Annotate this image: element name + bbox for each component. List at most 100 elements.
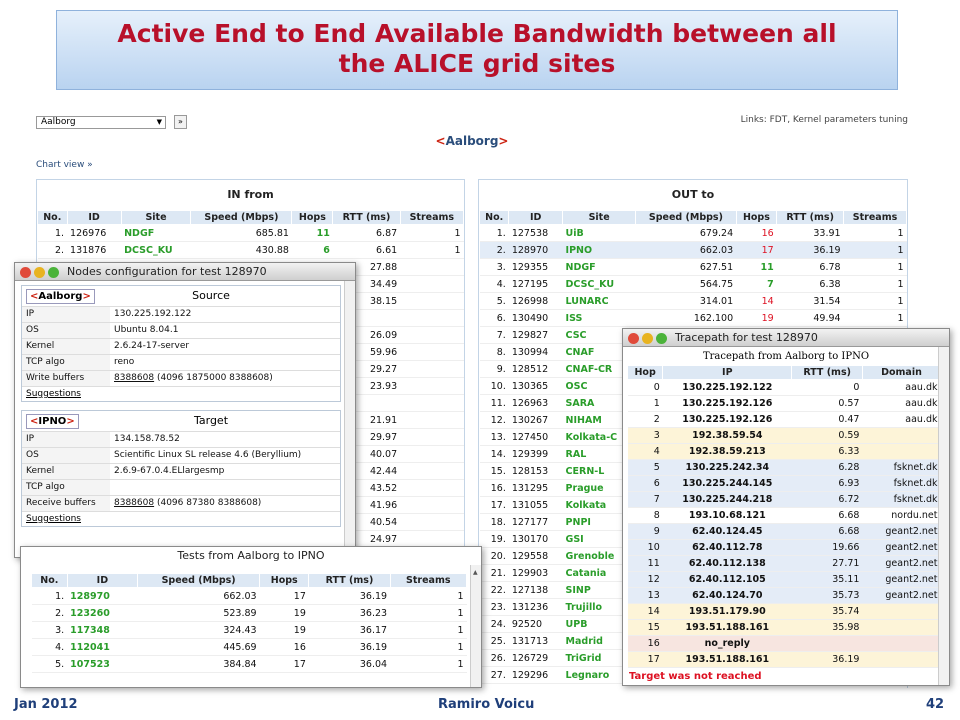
table-row[interactable]: 1. 128970 662.03 17 36.19 1 <box>31 587 467 605</box>
table-cell: 24. <box>479 615 509 633</box>
table-cell: 19 <box>259 604 309 622</box>
site-link[interactable]: LUNARC <box>562 292 636 310</box>
table-cell: 130490 <box>508 309 563 327</box>
config-value: Scientific Linux SL release 4.6 (Berylli… <box>110 447 340 464</box>
table-cell: 128153 <box>508 462 563 480</box>
table-cell: 131055 <box>508 496 563 514</box>
table-cell: 127450 <box>508 428 563 446</box>
config-value: 8388608 (4096 87380 8388608) <box>110 495 340 511</box>
table-cell: 11 <box>627 555 663 572</box>
table-cell: 28. <box>479 683 509 688</box>
table-cell <box>400 394 464 412</box>
column-header: Speed (Mbps) <box>190 210 293 225</box>
table-cell: 192.38.59.54 <box>662 427 792 444</box>
table-cell: 6. <box>479 309 509 327</box>
column-header: Streams <box>843 210 907 225</box>
table-cell: 13. <box>479 428 509 446</box>
table-cell: 10 <box>627 539 663 556</box>
config-key: TCP algo <box>22 479 110 496</box>
table-row[interactable]: 2. 123260 523.89 19 36.23 1 <box>31 604 467 622</box>
tracepath-row: 2 130.225.192.126 0.47 aau.dk <box>627 411 941 428</box>
table-cell: 130.225.242.34 <box>662 459 792 476</box>
test-id-link[interactable]: 128970 <box>67 587 138 605</box>
table-cell: 19. <box>479 530 509 548</box>
site-link[interactable]: NDGF <box>562 258 636 276</box>
table-cell: 14 <box>736 292 777 310</box>
table-row[interactable]: 6. 130490 ISS 162.100 19 49.94 1 <box>479 309 907 327</box>
table-cell: 193.51.179.90 <box>662 603 792 620</box>
site-link[interactable]: ISS <box>562 309 636 327</box>
target-suggestions-link[interactable]: Suggestions <box>22 511 340 526</box>
tracepath-row: 11 62.40.112.138 27.71 geant2.net <box>627 555 941 572</box>
site-link[interactable]: NDGF <box>121 224 191 242</box>
tracepath-window[interactable]: Tracepath for test 128970 Tracepath from… <box>622 328 950 686</box>
site-link[interactable]: IPNO <box>562 241 636 259</box>
maximize-icon[interactable] <box>656 333 667 344</box>
scrollbar[interactable]: ▲ <box>470 565 481 687</box>
tests-window[interactable]: Tests from Aalborg to IPNO No. ID Speed (M… <box>20 546 482 688</box>
table-cell <box>400 496 464 514</box>
close-icon[interactable] <box>20 267 31 278</box>
table-row[interactable]: 5. 107523 384.84 17 36.04 1 <box>31 655 467 673</box>
column-header: Domain <box>861 365 942 380</box>
table-cell: 36.19 <box>308 638 391 656</box>
nodes-config-window[interactable]: Nodes configuration for test 128970 <Aal… <box>14 262 356 558</box>
links-text[interactable]: Links: FDT, Kernel parameters tuning <box>708 114 908 126</box>
test-id-link[interactable]: 117348 <box>67 621 138 639</box>
close-icon[interactable] <box>628 333 639 344</box>
scrollbar[interactable] <box>344 281 355 557</box>
site-select[interactable]: Aalborg ▼ <box>36 116 166 129</box>
buffer-link[interactable]: 8388608 <box>114 498 154 508</box>
table-row[interactable]: 5. 126998 LUNARC 314.01 14 31.54 1 <box>479 292 907 310</box>
minimize-icon[interactable] <box>34 267 45 278</box>
site-select-value: Aalborg <box>41 117 76 127</box>
test-id-link[interactable]: 112041 <box>67 638 138 656</box>
table-cell: 162.100 <box>635 309 737 327</box>
minimize-icon[interactable] <box>642 333 653 344</box>
table-cell: 662.03 <box>137 587 260 605</box>
table-row[interactable]: 3. 117348 324.43 19 36.17 1 <box>31 621 467 639</box>
table-row[interactable]: 3. 129355 NDGF 627.51 11 6.78 1 <box>479 258 907 276</box>
config-row: TCP algo <box>22 479 340 496</box>
table-cell: 16. <box>479 479 509 497</box>
table-row[interactable]: 4. 127195 DCSC_KU 564.75 7 6.38 1 <box>479 275 907 293</box>
table-cell: 2. <box>479 241 509 259</box>
table-cell <box>400 479 464 497</box>
table-cell: 6.61 <box>332 241 401 259</box>
target-group: <IPNO> Target IP 134.158.78.52 OS Scientific… <box>21 410 341 527</box>
table-row[interactable]: 1. 127538 UiB 679.24 16 33.91 1 <box>479 224 907 242</box>
window-titlebar[interactable]: Tracepath for test 128970 <box>623 329 949 347</box>
tests-window-title: Tests from Aalborg to IPNO <box>21 547 481 565</box>
maximize-icon[interactable] <box>48 267 59 278</box>
table-cell: 22. <box>479 581 509 599</box>
table-cell: 8 <box>627 507 663 524</box>
table-cell <box>400 377 464 395</box>
table-row[interactable]: 2. 131876 DCSC_KU 430.88 6 6.61 1 <box>37 241 464 259</box>
test-id-link[interactable]: 107523 <box>67 655 138 673</box>
tracepath-row: 14 193.51.179.90 35.74 <box>627 603 941 620</box>
table-cell: 130.225.244.145 <box>662 475 792 492</box>
table-cell: 6 <box>291 241 333 259</box>
site-link[interactable]: DCSC_KU <box>121 241 191 259</box>
site-link[interactable]: DCSC_KU <box>562 275 636 293</box>
table-cell: 4. <box>31 638 68 656</box>
tracepath-row: 15 193.51.188.161 35.98 <box>627 619 941 636</box>
buffer-link[interactable]: 8388608 <box>114 373 154 383</box>
go-button[interactable]: » <box>174 115 187 129</box>
source-suggestions-link[interactable]: Suggestions <box>22 386 340 401</box>
table-row[interactable]: 2. 128970 IPNO 662.03 17 36.19 1 <box>479 241 907 259</box>
scrollbar[interactable] <box>938 347 949 685</box>
table-cell <box>400 360 464 378</box>
table-cell: 11 <box>736 258 777 276</box>
test-id-link[interactable]: 123260 <box>67 604 138 622</box>
scroll-up-icon[interactable]: ▲ <box>473 569 479 576</box>
table-row[interactable]: 4. 112041 445.69 16 36.19 1 <box>31 638 467 656</box>
column-header: RTT (ms) <box>791 365 863 380</box>
table-cell: 92520 <box>508 615 563 633</box>
window-titlebar[interactable]: Nodes configuration for test 128970 <box>15 263 355 281</box>
chart-view-link[interactable]: Chart view » <box>36 160 93 170</box>
table-row[interactable]: 1. 126976 NDGF 685.81 11 6.87 1 <box>37 224 464 242</box>
site-link[interactable]: UiB <box>562 224 636 242</box>
table-cell: 62.40.124.45 <box>662 523 792 540</box>
config-key: Receive buffers <box>22 495 110 511</box>
